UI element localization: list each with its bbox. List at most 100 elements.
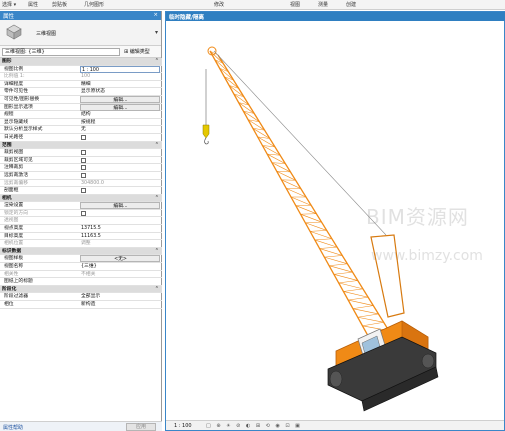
view-control-icons[interactable]: □ ⊕ ☀ ⊘ ◐ ⊞ ⟲ ◉ ⊡ ▣ [206, 423, 302, 429]
3d-view-icon [6, 24, 22, 40]
3d-view-window[interactable]: 临时隐藏/隔离 BIM资源网 www.bimzy.com 1: 100 □ ⊕… [165, 11, 505, 431]
property-row: 相位 新构造 [0, 301, 162, 309]
apply-button[interactable]: 应用 [126, 423, 156, 431]
property-row: 默认分析显示样式 无 [0, 126, 162, 134]
property-label: 相关性 [4, 271, 19, 277]
property-value[interactable]: 按规程 [80, 119, 160, 126]
property-label: 图纸上的标题 [4, 279, 33, 285]
collapse-icon[interactable]: ⌃ [155, 195, 159, 202]
edit-type-button[interactable]: ⊞ 编辑类型 [124, 48, 160, 56]
property-row: 剖面框 [0, 187, 162, 195]
property-row: 规程 结构 [0, 111, 162, 119]
track-left [327, 336, 437, 402]
property-label: 远剪裁激活 [4, 172, 28, 178]
property-label: 图形显示选项 [4, 104, 33, 110]
property-checkbox[interactable] [81, 150, 86, 156]
property-label: 阶段过滤器 [4, 294, 28, 300]
property-row: 视图比例 1 : 100 [0, 65, 162, 74]
property-label: 日光路径 [4, 134, 24, 140]
properties-help-link[interactable]: 属性帮助 [3, 424, 23, 431]
view-tab-title: 临时隐藏/隔离 [169, 15, 205, 21]
property-row: 显示隐藏线 按规程 [0, 119, 162, 127]
property-row: 图形显示选项 编辑... [0, 103, 162, 112]
property-row: 阶段过滤器 全部显示 [0, 293, 162, 301]
property-checkbox[interactable] [81, 188, 86, 194]
property-value[interactable]: 新构造 [80, 301, 160, 308]
property-edit-button[interactable]: 编辑... [80, 103, 160, 111]
property-edit-button[interactable]: <无> [80, 255, 160, 263]
property-checkbox[interactable] [81, 134, 86, 140]
property-label: 视图名称 [4, 264, 24, 270]
ribbon-tab[interactable]: 几何图形 [84, 1, 104, 8]
property-row: 透视图 [0, 217, 162, 226]
property-section[interactable]: 图形 ⌃ [0, 58, 162, 66]
view-tab[interactable]: 临时隐藏/隔离 [166, 12, 505, 21]
property-value[interactable]: 全部显示 [80, 293, 160, 300]
view-canvas[interactable]: BIM资源网 www.bimzy.com [166, 21, 504, 421]
property-label: 阶段化 [2, 286, 17, 292]
property-edit-button[interactable]: 编辑... [80, 95, 160, 103]
collapse-icon[interactable]: ⌃ [155, 248, 159, 255]
instance-selector[interactable]: 三维视图: {三维} [2, 48, 120, 56]
property-label: 相位 [4, 302, 14, 307]
property-label: 剖面框 [4, 188, 19, 194]
properties-title-bar: 属性 × [0, 11, 161, 20]
property-value: 100 [81, 74, 91, 80]
property-row: 零件可见性 显示原状态 [0, 88, 162, 96]
property-value[interactable]: 无 [80, 126, 160, 133]
property-checkbox[interactable] [81, 165, 86, 171]
collapse-icon[interactable]: ⌃ [155, 58, 159, 65]
property-value[interactable]: 结构 [80, 111, 160, 118]
property-label: 详细程度 [4, 81, 24, 87]
ribbon-tab[interactable]: 修改 [214, 1, 224, 8]
view-scale[interactable]: 1 : 100 [174, 423, 192, 429]
ribbon-tab[interactable]: 属性 [28, 1, 38, 8]
property-label: 相机位置 [4, 241, 24, 247]
ribbon-tab[interactable]: 剪贴板 [52, 1, 67, 8]
property-row: 远剪裁激活 [0, 172, 162, 180]
properties-panel: 属性 × 三维视图 ▾ 三维视图: {三维} ⊞ 编辑类型 图形 ⌃ 视图比例 1 :… [0, 11, 162, 431]
property-section[interactable]: 阶段化 ⌃ [0, 285, 162, 294]
close-icon[interactable]: × [153, 12, 158, 18]
property-checkbox[interactable] [81, 172, 86, 178]
chevron-down-icon[interactable]: ▾ [155, 29, 158, 36]
collapse-icon[interactable]: ⌃ [155, 286, 159, 293]
ribbon-tab[interactable]: 测量 [318, 1, 328, 8]
property-value: 304800.0 [81, 180, 104, 186]
properties-grid: 图形 ⌃ 视图比例 1 : 100 比例值 1: 100 详细程度 精细 零件可见性 显示原状态可… [0, 58, 162, 309]
property-section[interactable]: 标识数据 ⌃ [0, 247, 162, 256]
property-value[interactable]: 1 : 100 [80, 65, 160, 73]
property-label: 显示隐藏线 [4, 119, 28, 125]
property-label: 零件可见性 [4, 89, 28, 95]
type-selector[interactable]: 三维视图 ▾ [0, 20, 161, 46]
property-row: 可见性/图形替换 编辑... [0, 95, 162, 104]
property-label: 可见性/图形替换 [4, 96, 40, 102]
collapse-icon[interactable]: ⌃ [155, 142, 159, 149]
ribbon-tab[interactable]: 选择 ▾ [2, 1, 16, 8]
property-value[interactable]: 11163.5 [80, 233, 160, 240]
ribbon-tab[interactable]: 创建 [346, 1, 356, 8]
property-label: 注释裁剪 [4, 165, 24, 171]
property-edit-button[interactable]: 编辑... [80, 202, 160, 210]
crane-model[interactable] [166, 21, 504, 421]
instance-selector-row: 三维视图: {三维} ⊞ 编辑类型 [0, 46, 161, 58]
ribbon-tab[interactable]: 视图 [290, 1, 300, 8]
property-row: 详细程度 精细 [0, 81, 162, 89]
property-value[interactable]: {三维} [80, 263, 160, 270]
property-section[interactable]: 范围 ⌃ [0, 141, 162, 150]
property-section[interactable]: 相机 ⌃ [0, 194, 162, 203]
property-label: 视图比例 [4, 66, 24, 72]
property-row: 相关性 不相关 [0, 271, 162, 279]
hook-icon [202, 124, 210, 139]
property-label: 默认分析显示样式 [4, 127, 43, 133]
property-checkbox[interactable] [81, 157, 86, 163]
property-row: 锁定的方向 [0, 210, 162, 218]
property-value[interactable]: 精细 [80, 81, 160, 88]
property-label: 渲染设置 [4, 203, 24, 209]
property-value[interactable]: 显示原状态 [80, 88, 160, 95]
property-row: 目标高度 11163.5 [0, 233, 162, 241]
property-label: 视图样板 [4, 256, 24, 262]
edit-type-label: 编辑类型 [129, 49, 150, 55]
property-row: 渲染设置 编辑... [0, 202, 162, 210]
property-value[interactable]: 13715.5 [80, 225, 160, 232]
